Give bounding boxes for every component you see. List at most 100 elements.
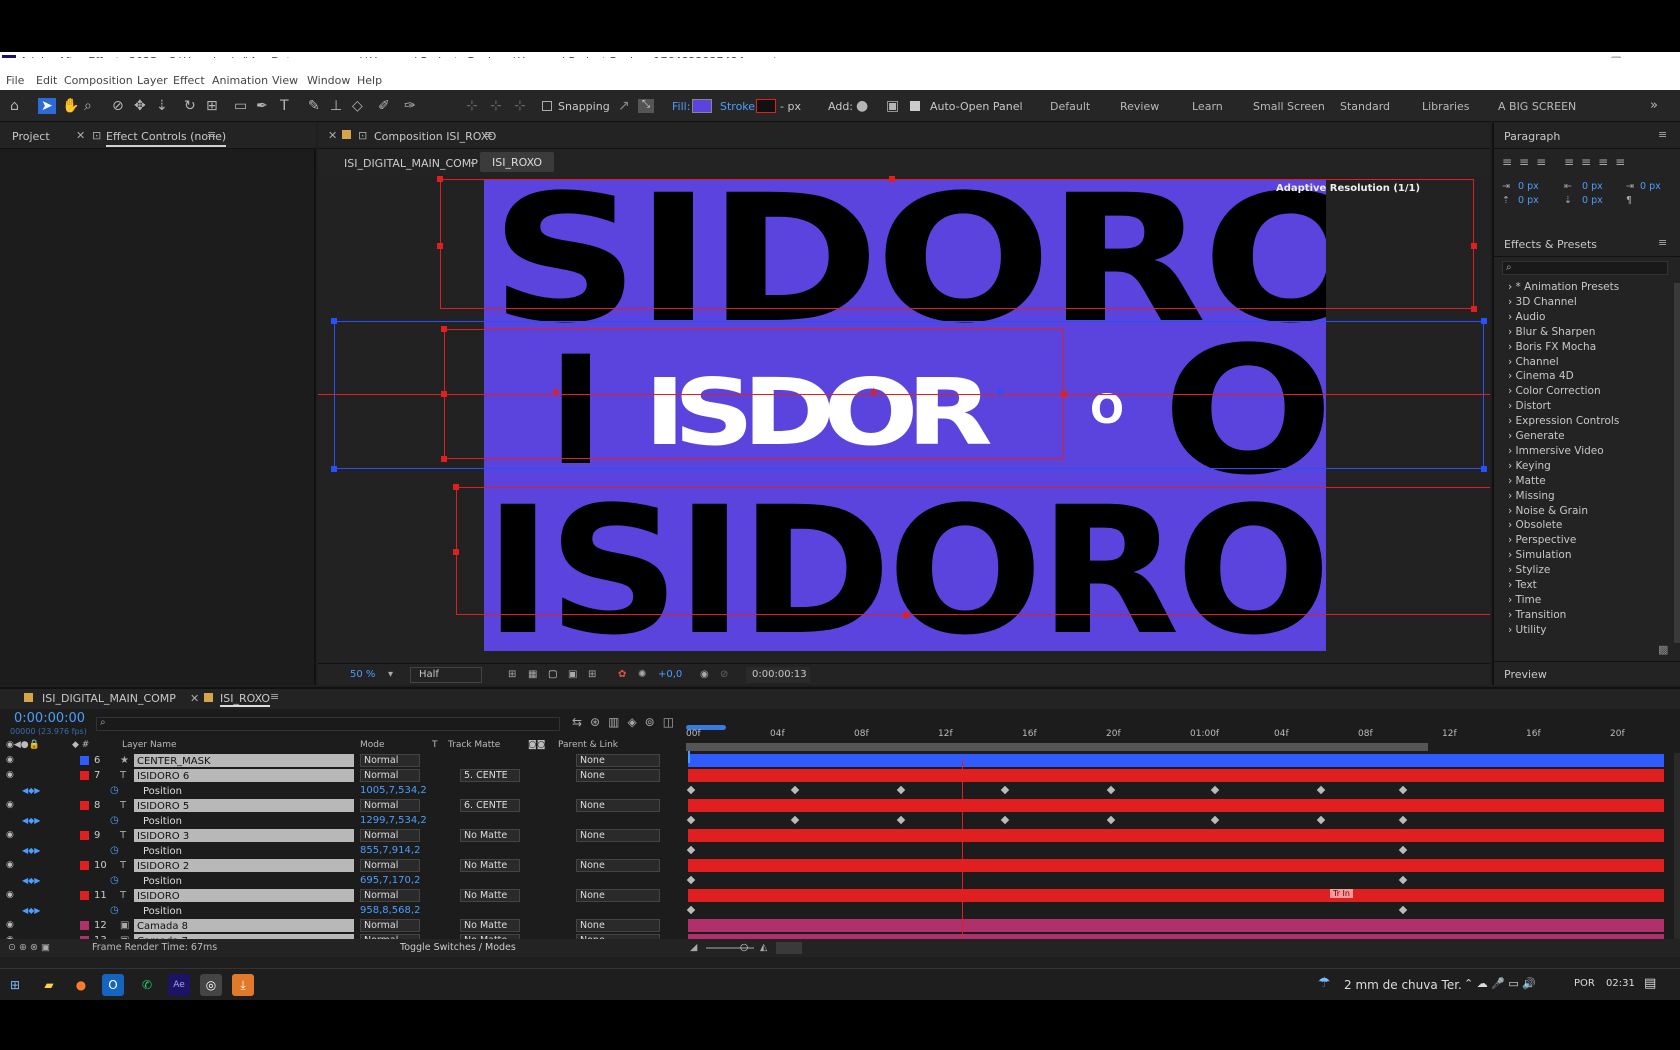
anchor-point-icon[interactable]: ✦ [868, 385, 880, 401]
orbit-tool-icon[interactable]: ⊘ [112, 98, 124, 114]
blend-mode-select[interactable]: Normal [360, 769, 420, 782]
layer-label-color[interactable] [80, 861, 89, 870]
keyframe[interactable] [686, 785, 696, 795]
keyframe-nav-icon[interactable]: ◀◆▶ [22, 843, 40, 858]
menu-composition[interactable]: Composition [64, 72, 133, 90]
expand-arrow-icon[interactable]: › [1508, 385, 1516, 397]
stopwatch-icon[interactable]: ◷ [110, 903, 119, 918]
handle[interactable] [903, 612, 909, 618]
effect-category-item[interactable]: › Time [1508, 594, 1541, 606]
home-icon[interactable]: ⌂ [10, 98, 19, 114]
expand-arrow-icon[interactable]: › [1508, 505, 1516, 517]
effect-category-item[interactable]: › Channel [1508, 356, 1559, 368]
breadcrumb-current[interactable]: ISI_ROXO [480, 152, 555, 172]
app-icon[interactable]: ◎ [200, 974, 222, 996]
blend-mode-select[interactable]: Normal [360, 919, 420, 932]
visibility-icon[interactable]: ◉ [6, 768, 14, 783]
whatsapp-icon[interactable]: ✆ [136, 974, 158, 996]
mask-handle[interactable] [1481, 466, 1487, 472]
visibility-icon[interactable]: ◉ [6, 753, 14, 768]
expand-arrow-icon[interactable]: › [1508, 415, 1516, 427]
expand-arrow-icon[interactable]: › [1508, 564, 1516, 576]
after-effects-taskbar-icon[interactable]: Ae [168, 974, 190, 996]
col-track-matte[interactable]: Track Matte [448, 737, 500, 753]
menu-animation[interactable]: Animation [212, 72, 268, 90]
transparency-grid-icon[interactable]: ▦ [528, 664, 537, 686]
anchor-point-icon[interactable]: ✦ [550, 385, 562, 401]
more-workspaces-icon[interactable]: » [1650, 98, 1658, 113]
effect-category-item[interactable]: › Blur & Sharpen [1508, 326, 1595, 338]
handle[interactable] [441, 456, 447, 462]
layer-duration-bar[interactable] [688, 799, 1664, 812]
effect-category-item[interactable]: › Noise & Grain [1508, 505, 1588, 517]
zoom-tool-icon[interactable]: ⌕ [84, 98, 92, 114]
pen-tool-icon[interactable]: ✒ [256, 98, 268, 114]
parent-select[interactable]: None [576, 889, 660, 902]
position-value[interactable]: 695,7,170,2 [360, 873, 420, 888]
comp-panel-title[interactable]: Composition ISI_ROXO [374, 130, 496, 143]
firefox-icon[interactable]: ● [70, 974, 92, 996]
expand-arrow-icon[interactable]: › [1508, 519, 1516, 531]
effect-category-item[interactable]: › Obsolete [1508, 519, 1562, 531]
layer-duration-bar[interactable] [688, 919, 1664, 932]
workspace-a-big-screen[interactable]: A BIG SCREEN [1498, 100, 1576, 113]
effect-category-item[interactable]: › Transition [1508, 609, 1566, 621]
position-value[interactable]: 1005,7,534,2 [360, 783, 427, 798]
zoom-level[interactable]: 50 % [350, 664, 375, 686]
tray-icons[interactable]: ⌃ ☁ 🎤 ▭ 🔊 [1464, 977, 1536, 990]
language-indicator[interactable]: POR [1574, 978, 1595, 989]
keyframe[interactable] [1316, 785, 1326, 795]
snapping-checkbox[interactable] [542, 101, 552, 111]
property-row[interactable]: ◀◆▶ ◷ Position 1299,7,534,2 [0, 813, 686, 828]
layer-row[interactable]: ◉ 11 T ISIDORO Normal No Matte None [0, 888, 686, 903]
layer-row[interactable]: ◉ 12 ▣ Camada 8 Normal No Matte None [0, 918, 686, 933]
effect-category-item[interactable]: › Stylize [1508, 564, 1550, 576]
effect-category-item[interactable]: › Simulation [1508, 549, 1571, 561]
layer-name[interactable]: ISIDORO 5 [134, 799, 354, 812]
roto-brush-tool-icon[interactable]: ✐ [378, 98, 390, 114]
stopwatch-icon[interactable]: ◷ [110, 783, 119, 798]
workspace-learn[interactable]: Learn [1192, 100, 1223, 113]
expand-arrow-icon[interactable]: › [1508, 370, 1516, 382]
parent-select[interactable]: None [576, 769, 660, 782]
expand-arrow-icon[interactable]: › [1508, 356, 1516, 368]
direction-icon[interactable]: ¶ [1626, 195, 1632, 206]
layer-bounds-top[interactable] [440, 179, 1474, 309]
menu-file[interactable]: File [6, 72, 24, 90]
track-matte-select[interactable]: No Matte [460, 889, 520, 902]
keyframe[interactable] [790, 785, 800, 795]
expand-arrow-icon[interactable]: › [1508, 445, 1516, 457]
timeline-scrollbar[interactable] [1674, 753, 1680, 939]
eraser-tool-icon[interactable]: ◇ [352, 98, 363, 114]
position-value[interactable]: 855,7,914,2 [360, 843, 420, 858]
timeline-search-input[interactable]: ⌕ [96, 717, 560, 731]
effect-category-item[interactable]: › Matte [1508, 475, 1546, 487]
show-snapshot-icon[interactable]: ⊘ [720, 664, 728, 686]
keyframe[interactable] [1000, 815, 1010, 825]
col-layer-name[interactable]: Layer Name [122, 737, 177, 753]
effect-category-item[interactable]: › Cinema 4D [1508, 370, 1574, 382]
layer-label-color[interactable] [80, 921, 89, 930]
space-after[interactable]: ⇣ [1564, 195, 1572, 206]
mask-handle[interactable] [331, 466, 337, 472]
layer-duration-bar[interactable] [688, 754, 1664, 767]
timeline-nav-thumb[interactable] [776, 942, 802, 954]
expand-arrow-icon[interactable]: › [1508, 400, 1516, 412]
type-tool-icon[interactable]: T [280, 98, 289, 114]
visibility-icon[interactable]: ◉ [6, 798, 14, 813]
handle[interactable] [1061, 391, 1067, 397]
new-folder-icon[interactable]: ▩ [1658, 643, 1668, 656]
work-area-bar[interactable] [686, 743, 1428, 751]
axis-view-icon[interactable]: ⊹ [514, 98, 526, 114]
mask-handle[interactable] [1481, 318, 1487, 324]
handle[interactable] [437, 176, 443, 182]
mask-path-icon[interactable]: ▢ [548, 664, 557, 686]
layer-row[interactable]: ◉ 7 T ISIDORO 6 Normal 5. CENTE None [0, 768, 686, 783]
track-matte-select[interactable]: No Matte [460, 859, 520, 872]
axis-local-icon[interactable]: ⊹ [466, 98, 478, 114]
toggle-switches-modes[interactable]: Toggle Switches / Modes [400, 939, 516, 957]
blend-mode-select[interactable]: Normal [360, 829, 420, 842]
keyframe[interactable] [1398, 875, 1408, 885]
stopwatch-icon[interactable]: ◷ [110, 843, 119, 858]
zoom-dropdown-icon[interactable]: ▾ [388, 664, 393, 686]
